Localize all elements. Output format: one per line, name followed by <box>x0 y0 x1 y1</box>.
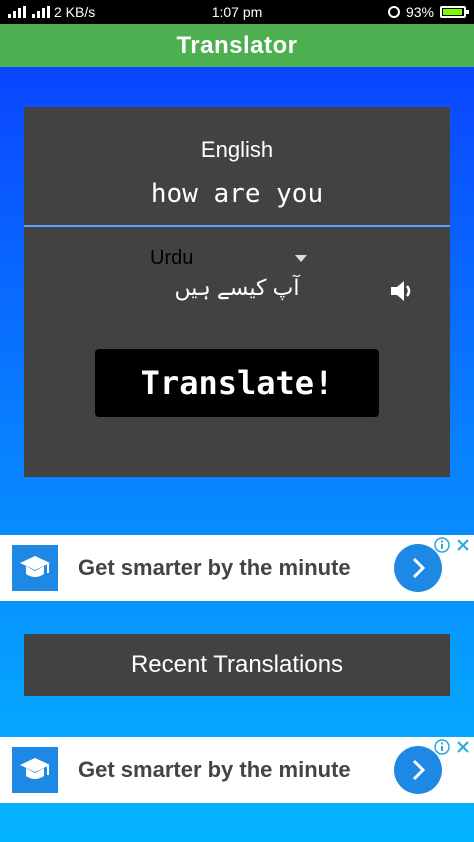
ad-headline[interactable]: Get smarter by the minute <box>78 555 351 581</box>
speaker-icon[interactable] <box>389 279 417 303</box>
main-content: English how are you Urdu آپ کیسے ہیں Tra… <box>0 67 474 842</box>
close-icon[interactable] <box>455 537 471 553</box>
status-right: 93% <box>387 4 469 20</box>
source-text-input[interactable]: how are you <box>24 179 450 209</box>
input-underline <box>24 225 450 227</box>
battery-icon <box>440 6 469 18</box>
close-icon[interactable] <box>455 739 471 755</box>
status-bar: 2 KB/s 1:07 pm 93% <box>0 0 474 24</box>
battery-fill <box>443 9 462 15</box>
ad-headline[interactable]: Get smarter by the minute <box>78 757 351 783</box>
graduation-cap-icon <box>12 545 58 591</box>
graduation-cap-icon <box>12 747 58 793</box>
ad-info-icon[interactable] <box>434 739 450 755</box>
dropdown-arrow-icon[interactable] <box>295 255 307 262</box>
translate-button[interactable]: Translate! <box>95 349 379 417</box>
app-title: Translator <box>176 31 298 59</box>
app-bar: Translator <box>0 24 474 67</box>
battery-percent: 93% <box>405 4 434 20</box>
translator-card: English how are you Urdu آپ کیسے ہیں Tra… <box>24 107 450 477</box>
ad-banner[interactable]: Get smarter by the minute <box>0 535 474 601</box>
ad-banner[interactable]: Get smarter by the minute <box>0 737 474 803</box>
translated-text: آپ کیسے ہیں <box>174 275 300 300</box>
source-language-label[interactable]: English <box>24 137 450 163</box>
target-language-select[interactable]: Urdu <box>150 247 193 270</box>
recent-translations-button[interactable]: Recent Translations <box>24 634 450 696</box>
ad-info-icon[interactable] <box>434 537 450 553</box>
lock-icon <box>387 6 400 18</box>
